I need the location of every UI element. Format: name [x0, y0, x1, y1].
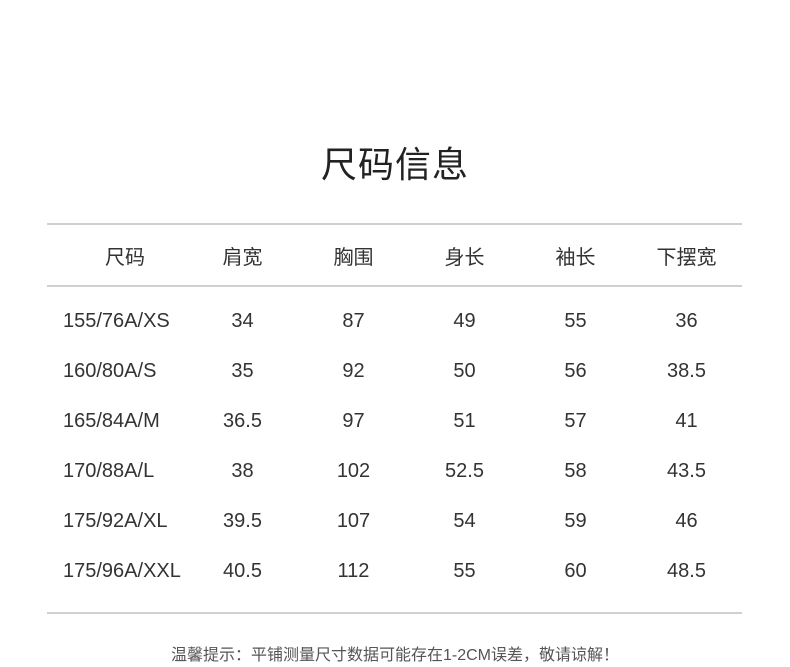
cell-chest: 107: [336, 510, 371, 532]
header-size: 尺码: [47, 223, 187, 287]
cell-chest: 92: [342, 360, 365, 382]
header-shoulder: 肩宽: [187, 223, 298, 287]
header-sleeve: 袖长: [520, 223, 631, 287]
cell-hem: 36: [675, 310, 698, 332]
cell-chest: 87: [342, 310, 365, 332]
measurement-note: 温馨提示：平铺测量尺寸数据可能存在1-2CM误差，敬请谅解！: [170, 647, 619, 664]
cell-shoulder: 35: [231, 360, 254, 382]
cell-size: 165/84A/M: [63, 410, 160, 432]
cell-length: 49: [453, 310, 476, 332]
table-row: 175/92A/XL 39.5 107 54 59 46: [47, 496, 742, 546]
table-row: 170/88A/L 38 102 52.5 58 43.5: [47, 446, 742, 496]
cell-hem: 38.5: [667, 360, 706, 382]
cell-size: 170/88A/L: [63, 460, 155, 482]
cell-length: 54: [453, 510, 476, 532]
cell-size: 175/92A/XL: [63, 510, 168, 532]
cell-sleeve: 57: [564, 410, 587, 432]
cell-length: 50: [453, 360, 476, 382]
cell-shoulder: 39.5: [223, 510, 262, 532]
cell-sleeve: 58: [564, 460, 587, 482]
header-chest: 胸围: [298, 223, 409, 287]
size-chart-page: 尺码信息 尺码 肩宽 胸围 身长 袖长 下摆宽 155/76A/XS 34 87…: [0, 0, 790, 667]
cell-chest: 112: [298, 546, 409, 614]
cell-length: 55: [409, 546, 520, 614]
table-body: 155/76A/XS 34 87 49 55 36 160/80A/S 35 9…: [47, 286, 742, 614]
cell-length: 52.5: [445, 460, 484, 482]
cell-sleeve: 55: [564, 310, 587, 332]
header-length: 身长: [409, 223, 520, 287]
cell-hem: 46: [675, 510, 698, 532]
cell-sleeve: 59: [564, 510, 587, 532]
size-table: 尺码 肩宽 胸围 身长 袖长 下摆宽 155/76A/XS 34 87 49 5…: [47, 223, 742, 614]
table-row: 175/96A/XXL 40.5 112 55 60 48.5: [47, 546, 742, 614]
cell-length: 51: [453, 410, 476, 432]
table-header: 尺码 肩宽 胸围 身长 袖长 下摆宽: [47, 223, 742, 287]
cell-shoulder: 40.5: [187, 546, 298, 614]
cell-shoulder: 38: [231, 460, 254, 482]
cell-hem: 43.5: [667, 460, 706, 482]
cell-shoulder: 34: [231, 310, 254, 332]
cell-hem: 48.5: [631, 546, 742, 614]
page-title: 尺码信息: [320, 144, 469, 185]
cell-hem: 41: [675, 410, 698, 432]
table-row: 165/84A/M 36.5 97 51 57 41: [47, 396, 742, 446]
cell-sleeve: 60: [520, 546, 631, 614]
cell-size: 160/80A/S: [63, 360, 157, 382]
cell-chest: 102: [336, 460, 371, 482]
header-row: 尺码 肩宽 胸围 身长 袖长 下摆宽: [47, 223, 742, 287]
cell-sleeve: 56: [564, 360, 587, 382]
cell-chest: 97: [342, 410, 365, 432]
table-row: 155/76A/XS 34 87 49 55 36: [47, 286, 742, 346]
cell-shoulder: 36.5: [223, 410, 262, 432]
header-hem: 下摆宽: [631, 223, 742, 287]
table-row: 160/80A/S 35 92 50 56 38.5: [47, 346, 742, 396]
cell-size: 175/96A/XXL: [47, 546, 187, 614]
cell-size: 155/76A/XS: [63, 310, 170, 332]
